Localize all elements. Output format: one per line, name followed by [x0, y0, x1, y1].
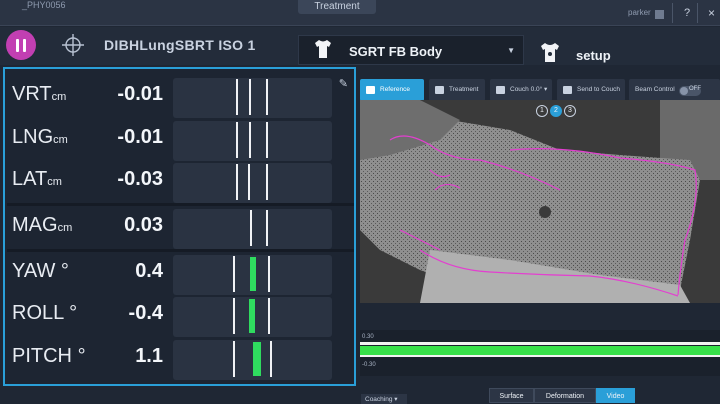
delta-gauge	[173, 78, 332, 118]
pause-button[interactable]	[6, 30, 36, 60]
camera-video-view[interactable]	[360, 100, 720, 303]
top-bar: _PHY0056 ⌃ Treatment parker ? ×	[0, 0, 720, 26]
delta-row-lat: LATcm -0.03	[7, 160, 334, 203]
axis-label: LATcm	[12, 168, 62, 190]
treatment-button[interactable]: Treatment	[429, 79, 485, 101]
view-video-button[interactable]: Video	[596, 388, 635, 403]
plan-name: DIBHLungSBRT ISO 1	[104, 37, 256, 53]
view-deformation-button[interactable]: Deformation	[534, 388, 596, 403]
setup-person-icon	[541, 43, 559, 62]
axis-label: LNGcm	[12, 126, 68, 148]
delta-row-pitch: PITCH ° 1.1	[7, 337, 334, 380]
delta-row-roll: ROLL ° -0.4	[7, 294, 334, 337]
delta-row-mag: MAGcm 0.03	[7, 206, 334, 249]
beam-state-label: OFF	[689, 86, 701, 92]
isocenter-crosshair-icon	[62, 34, 84, 56]
camera-icon	[366, 86, 375, 94]
couch-icon	[496, 86, 505, 94]
delta-gauge	[173, 163, 332, 203]
delta-row-vrt: VRTcm -0.01	[7, 75, 334, 118]
separator	[697, 3, 698, 23]
camera-icon	[435, 86, 444, 94]
region-label: SGRT FB Body	[349, 44, 443, 59]
apps-grid-icon[interactable]	[655, 10, 664, 19]
delta-value: -0.4	[128, 302, 163, 324]
setup-label: setup	[576, 48, 611, 63]
camera-2-button[interactable]: 2	[550, 105, 562, 117]
delta-value: -0.03	[117, 168, 163, 190]
patient-surface-image	[360, 100, 720, 303]
axis-label: YAW °	[12, 260, 69, 282]
reference-button[interactable]: Reference	[360, 79, 424, 101]
user-name: parker	[628, 8, 651, 17]
trace-lower-label: -0.30	[362, 362, 376, 368]
trace-signal	[360, 346, 720, 355]
delta-gauge	[173, 255, 332, 295]
delta-value: 0.4	[135, 260, 163, 282]
delta-bar	[249, 299, 255, 333]
delta-value: 1.1	[135, 345, 163, 367]
breathing-trace: 0.30 -0.30	[360, 330, 720, 376]
body-region-icon	[315, 40, 331, 58]
delta-panel: ✎ VRTcm -0.01 LNGcm -0.01 LATcm -0.03 MA…	[3, 67, 356, 386]
delta-row-yaw: YAW ° 0.4	[7, 252, 334, 295]
camera-3-button[interactable]: 3	[564, 105, 576, 117]
trace-lower-line	[360, 355, 720, 357]
delta-gauge	[173, 121, 332, 161]
delta-gauge	[173, 340, 332, 380]
delta-row-lng: LNGcm -0.01	[7, 118, 334, 161]
axis-label: MAGcm	[12, 214, 73, 236]
delta-gauge	[173, 297, 332, 337]
axis-label: ROLL °	[12, 302, 78, 324]
delta-value: -0.01	[117, 83, 163, 105]
help-button[interactable]: ?	[684, 7, 690, 19]
view-surface-button[interactable]: Surface	[489, 388, 534, 403]
delta-gauge	[173, 209, 332, 249]
axis-label: VRTcm	[12, 83, 67, 105]
patient-id: _PHY0056	[22, 0, 66, 10]
close-button[interactable]: ×	[708, 6, 715, 20]
trace-upper-label: 0.30	[362, 334, 374, 340]
send-to-couch-button[interactable]: Send to Couch	[557, 79, 625, 101]
chevron-down-icon: ▼	[507, 46, 515, 55]
camera-1-button[interactable]: 1	[536, 105, 548, 117]
separator	[672, 3, 673, 23]
sgrt-app: _PHY0056 ⌃ Treatment parker ? × DIBHLung…	[0, 0, 720, 404]
delta-value: -0.01	[117, 126, 163, 148]
tab-previous[interactable]: ⌃	[232, 0, 240, 7]
delta-bar	[253, 342, 261, 376]
tab-treatment[interactable]: Treatment	[298, 0, 376, 14]
coaching-dropdown[interactable]: Coaching ▾	[361, 394, 407, 404]
trace-upper-line	[360, 342, 720, 345]
delta-bar	[250, 257, 256, 291]
beam-control: Beam Control	[629, 79, 720, 101]
send-icon	[563, 86, 572, 94]
couch-dropdown[interactable]: Couch 0.0° ▾	[490, 79, 552, 101]
delta-value: 0.03	[124, 214, 163, 236]
axis-label: PITCH °	[12, 345, 86, 367]
edit-pencil-icon[interactable]: ✎	[339, 77, 348, 90]
